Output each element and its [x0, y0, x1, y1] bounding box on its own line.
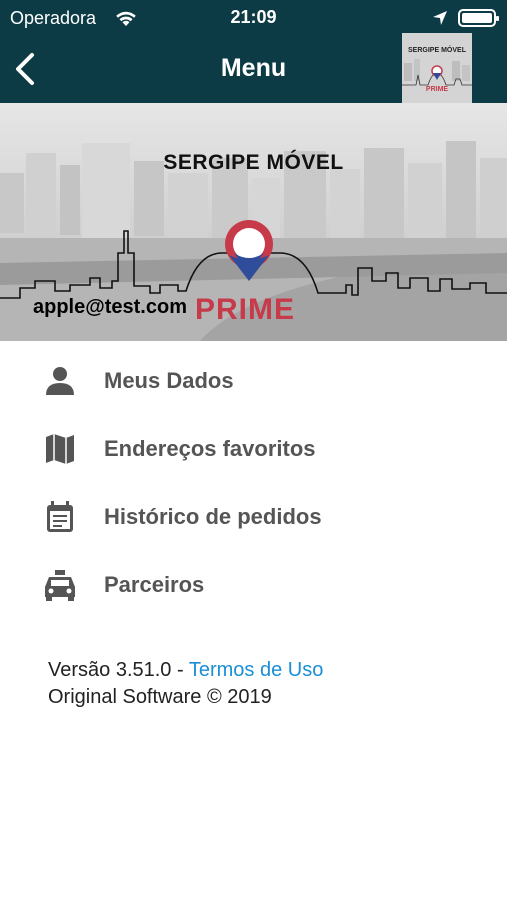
version-line: Versão 3.51.0 - Termos de Uso	[48, 657, 323, 684]
menu-item-label: Parceiros	[104, 572, 205, 597]
battery-icon	[458, 9, 499, 27]
menu-item-label: Meus Dados	[104, 368, 234, 393]
svg-text:PRIME: PRIME	[426, 86, 449, 93]
map-icon	[42, 433, 78, 465]
user-email: apple@test.com	[33, 296, 187, 318]
menu-item-label: Histórico de pedidos	[104, 504, 322, 529]
taxi-icon	[42, 569, 78, 601]
top-bar: Operadora 21:09 Menu PRIME SERGIPE MÓVEL	[0, 0, 507, 103]
profile-banner: SERGIPE MÓVEL PRIME apple@test.com	[0, 103, 507, 341]
calendar-list-icon	[42, 501, 78, 533]
banner-title: SERGIPE MÓVEL	[163, 151, 344, 174]
menu-item-meus-dados[interactable]: Meus Dados	[0, 351, 507, 411]
header-logo-thumbnail[interactable]: PRIME SERGIPE MÓVEL	[402, 33, 472, 103]
terms-of-use-link[interactable]: Termos de Uso	[189, 659, 324, 681]
menu-item-historico-de-pedidos[interactable]: Histórico de pedidos	[0, 487, 507, 547]
person-icon	[42, 365, 78, 397]
location-arrow-icon	[432, 10, 448, 31]
thumbnail-title: SERGIPE MÓVEL	[408, 47, 466, 54]
status-time: 21:09	[230, 7, 277, 27]
prime-logo-text: PRIME	[195, 293, 296, 326]
copyright-text: Original Software © 2019	[48, 686, 272, 708]
menu-item-enderecos-favoritos[interactable]: Endereços favoritos	[0, 419, 507, 479]
menu-item-parceiros[interactable]: Parceiros	[0, 555, 507, 615]
status-bar: Operadora 21:09	[0, 0, 507, 36]
menu-item-label: Endereços favoritos	[104, 436, 316, 461]
version-text: Versão 3.51.0 -	[48, 659, 189, 681]
app-info-footer: Versão 3.51.0 - Termos de Uso Original S…	[48, 657, 323, 711]
